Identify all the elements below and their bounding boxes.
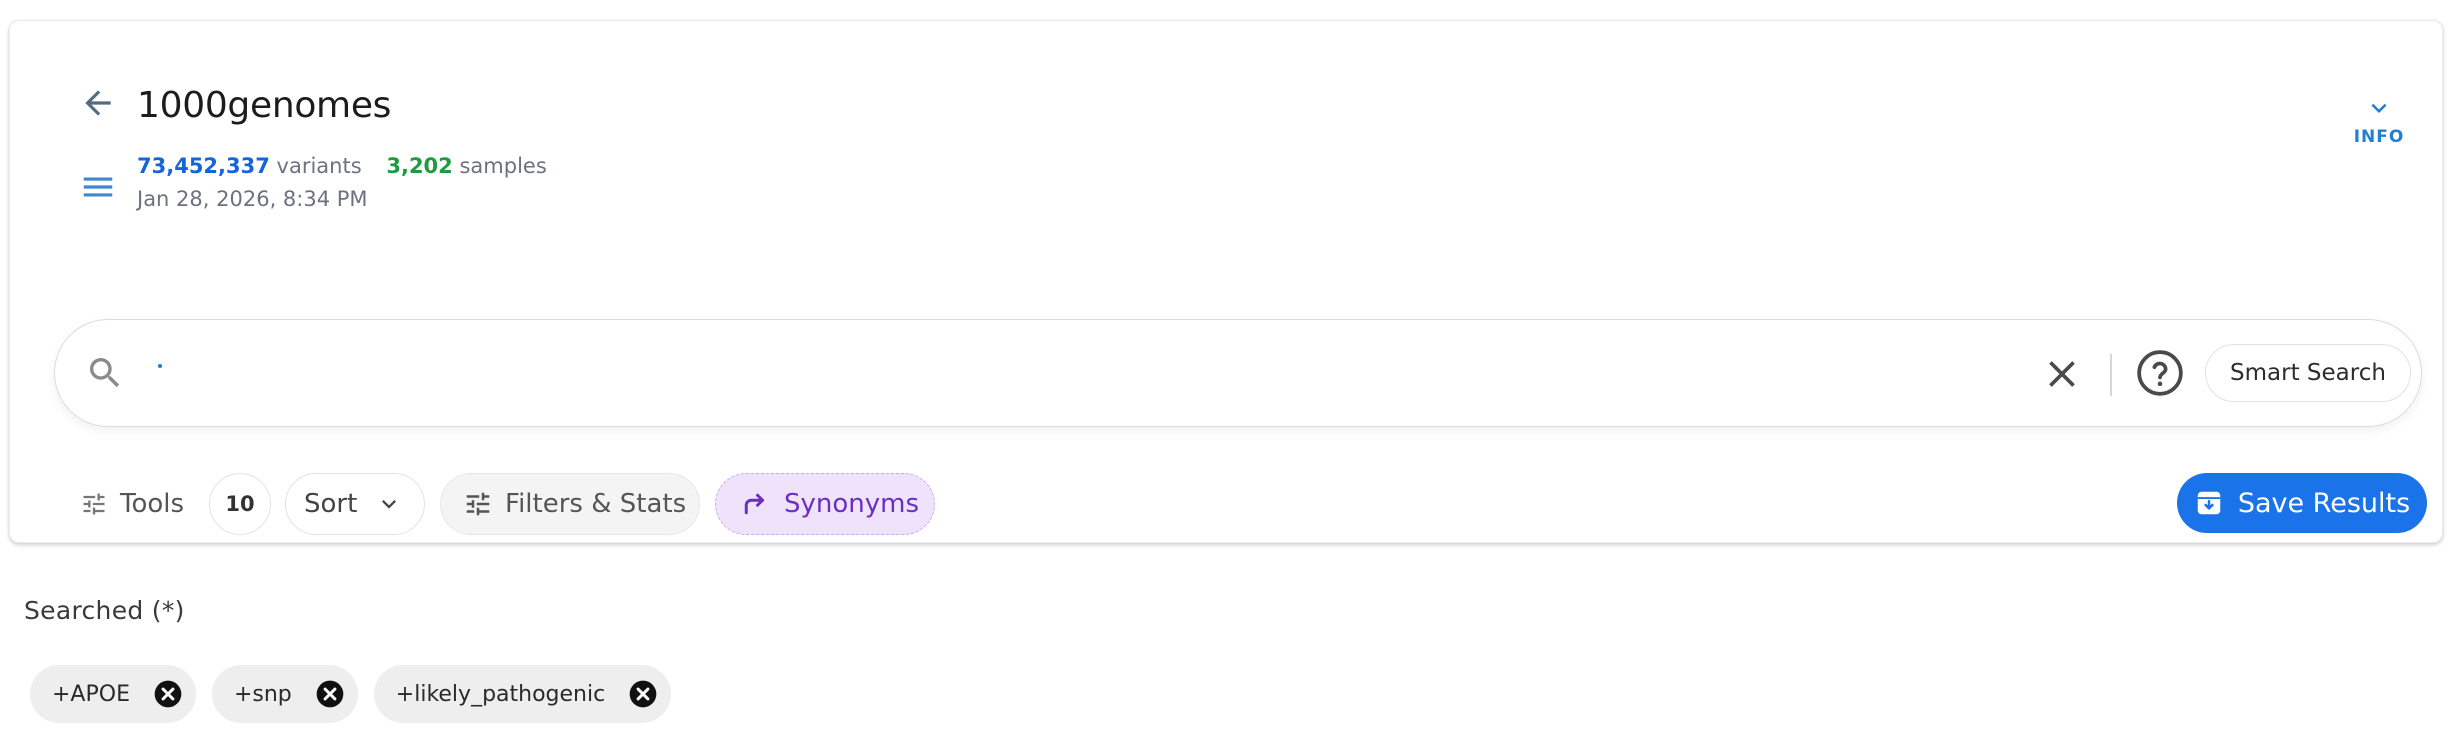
search-terms-list: +APOE +snp +likely_pathogenic xyxy=(30,665,687,723)
searched-heading: Searched (*) xyxy=(24,596,185,625)
close-circle-icon xyxy=(316,680,344,708)
clear-search-button[interactable] xyxy=(2038,350,2086,398)
search-bar: Smart Search xyxy=(54,319,2422,427)
search-icon xyxy=(90,358,120,388)
search-term-chip: +likely_pathogenic xyxy=(373,665,672,723)
tune-icon xyxy=(83,493,105,515)
menu-button[interactable] xyxy=(66,155,130,219)
synonyms-label: Synonyms xyxy=(784,489,920,519)
result-count-button[interactable]: 10 xyxy=(209,473,271,535)
text-cursor xyxy=(158,364,162,368)
tune-icon xyxy=(466,492,490,516)
filters-stats-button[interactable]: Filters & Stats xyxy=(440,473,700,535)
sample-word: samples xyxy=(459,154,547,178)
sort-label: Sort xyxy=(304,489,358,519)
dataset-stats: 73,452,337 variants 3,202 samples xyxy=(137,154,547,178)
sample-count: 3,202 xyxy=(386,154,453,178)
search-term-chip: +APOE xyxy=(30,665,196,723)
search-divider xyxy=(2110,354,2112,396)
redo-arrow-icon xyxy=(744,493,764,515)
save-results-label: Save Results xyxy=(2237,487,2411,519)
variant-word: variants xyxy=(276,154,362,178)
remove-chip-button[interactable] xyxy=(314,678,346,710)
sort-dropdown[interactable]: Sort xyxy=(285,473,425,535)
close-circle-icon xyxy=(154,680,182,708)
help-icon[interactable] xyxy=(2135,348,2185,398)
close-circle-icon xyxy=(629,680,657,708)
dataset-header-card: 1000genomes 73,452,337 variants 3,202 sa… xyxy=(9,20,2443,543)
archive-icon xyxy=(2197,491,2221,515)
search-input[interactable] xyxy=(141,344,2041,404)
back-button[interactable] xyxy=(66,71,130,135)
variant-count: 73,452,337 xyxy=(137,154,270,178)
chip-label: +snp xyxy=(233,681,292,707)
synonyms-button[interactable]: Synonyms xyxy=(715,473,935,535)
filters-label: Filters & Stats xyxy=(505,489,687,519)
chevron-down-icon xyxy=(2371,103,2387,113)
info-toggle-button[interactable]: INFO xyxy=(2349,93,2409,163)
info-label: INFO xyxy=(2353,127,2405,147)
search-term-chip: +snp xyxy=(211,665,358,723)
remove-chip-button[interactable] xyxy=(152,678,184,710)
smart-search-button[interactable]: Smart Search xyxy=(2205,344,2411,402)
chip-label: +likely_pathogenic xyxy=(395,681,606,707)
chip-label: +APOE xyxy=(52,681,130,707)
remove-chip-button[interactable] xyxy=(627,678,659,710)
dataset-timestamp: Jan 28, 2026, 8:34 PM xyxy=(137,187,368,211)
hamburger-menu-icon xyxy=(83,177,113,197)
tools-label: Tools xyxy=(120,489,185,519)
save-results-button[interactable]: Save Results xyxy=(2177,473,2427,533)
tools-button[interactable]: Tools xyxy=(80,474,184,534)
arrow-left-icon xyxy=(85,90,111,116)
dataset-title: 1000genomes xyxy=(137,85,392,126)
chevron-down-icon xyxy=(382,500,397,509)
close-icon xyxy=(2049,361,2075,387)
